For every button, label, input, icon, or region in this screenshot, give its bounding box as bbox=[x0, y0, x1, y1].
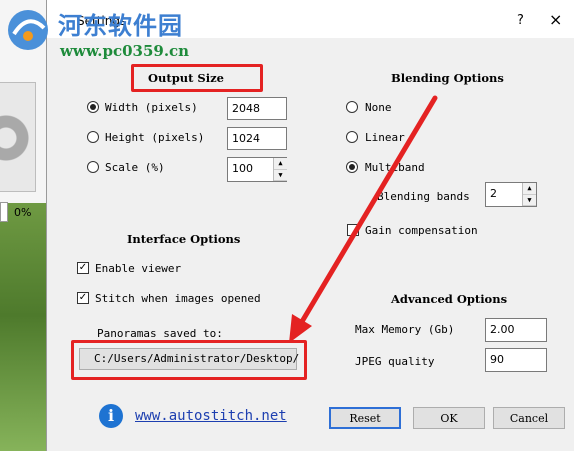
watermark-logo-icon bbox=[8, 10, 48, 50]
bg-progress-percent: 0% bbox=[14, 206, 32, 219]
annotation-arrow bbox=[289, 95, 438, 343]
watermark-url: www.pc0359.cn bbox=[60, 42, 190, 60]
bg-progress-bar bbox=[0, 202, 8, 222]
background-app-window: 0% bbox=[0, 0, 48, 451]
settings-dialog: Settings ? × Output Size Width (pixels) … bbox=[46, 0, 574, 451]
watermark-title: 河东软件园 bbox=[58, 11, 183, 40]
